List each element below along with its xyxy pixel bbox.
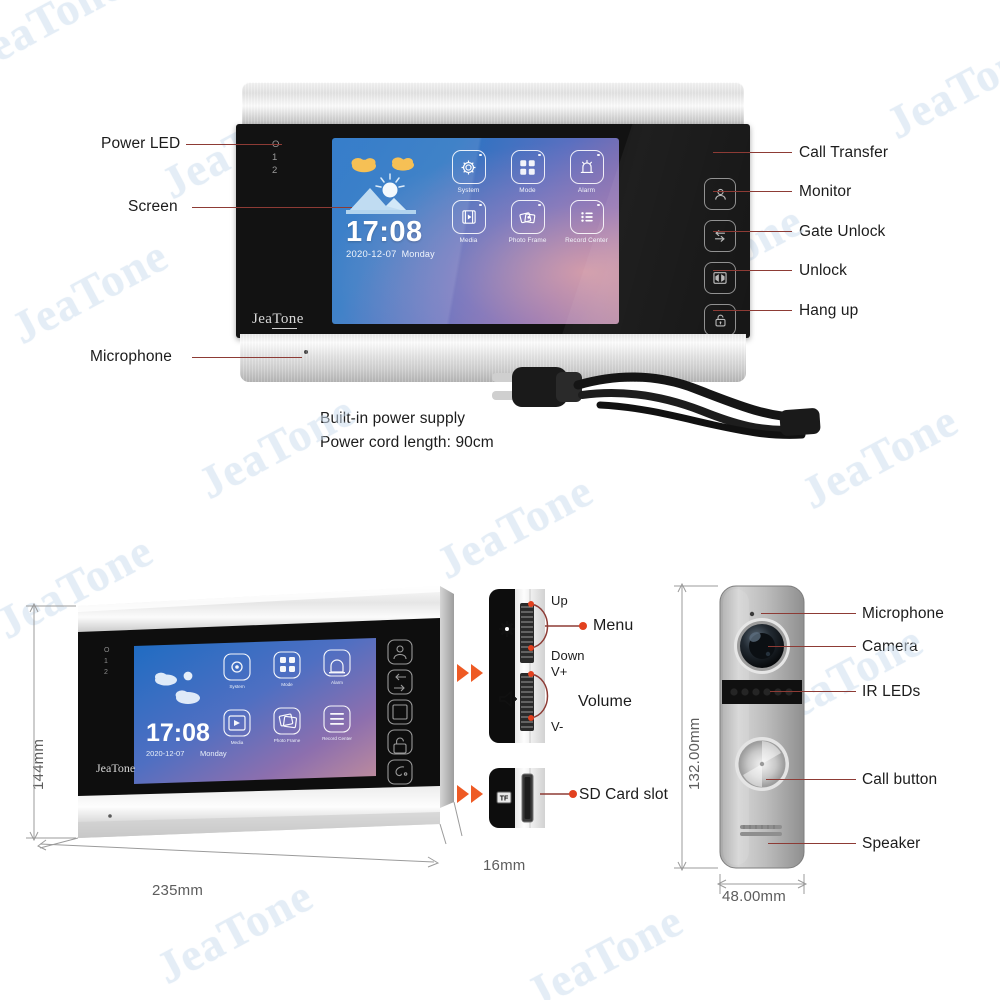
zoom-arrow-marker-icon [457, 785, 483, 803]
svg-text:Photo Frame: Photo Frame [274, 738, 301, 743]
microphone-hole [304, 350, 308, 354]
leader-line-unlock [713, 270, 792, 271]
leader-line-call-transfer [713, 152, 792, 153]
callout-label-panel-speaker: Speaker [862, 835, 921, 852]
svg-text:System: System [229, 684, 244, 689]
leader-line-panel-camera [768, 646, 856, 647]
sd-slot-leader [540, 790, 577, 798]
monitor-top-bezel [242, 82, 744, 128]
callout-label-microphone: Microphone [90, 348, 172, 365]
svg-text:JeaTone: JeaTone [96, 761, 135, 775]
callout-label-call-transfer: Call Transfer [799, 144, 889, 161]
leader-line-screen [192, 207, 352, 208]
dimension-panel-width: 48.00mm [722, 888, 786, 905]
leader-line-panel-ir-leds [770, 691, 856, 692]
callout-label-panel-ir-leds: IR LEDs [862, 683, 921, 700]
callout-label-gate-unlock: Gate Unlock [799, 223, 886, 240]
button-unlock[interactable] [704, 304, 736, 336]
leader-line-power-led [186, 144, 282, 145]
side-view-a-leaders [528, 601, 587, 721]
power-note-line1: Built-in power supply [320, 410, 466, 427]
svg-text:Record Center: Record Center [322, 736, 352, 741]
leader-line-panel-speaker [768, 843, 856, 844]
svg-text:2020-12-07: 2020-12-07 [146, 749, 184, 758]
watermark-text: JeaTone [0, 0, 131, 83]
callout-label-hang-up: Hang up [799, 302, 859, 319]
button-call-transfer[interactable] [704, 178, 736, 210]
watermark-text: JeaTone [2, 229, 176, 354]
svg-text:2: 2 [104, 669, 108, 676]
svg-text:17:08: 17:08 [146, 719, 210, 747]
callout-label-monitor: Monitor [799, 183, 852, 200]
power-note-line2: Power cord length: 90cm [320, 434, 494, 451]
indoor-monitor-dimension-view: O 1 2 17:08 2020-12-07 Monday System Mod… [26, 586, 463, 868]
dimension-depth-16mm: 16mm [483, 857, 526, 874]
outdoor-door-station [674, 582, 808, 894]
power-cord-illustration [492, 367, 821, 439]
watermark-text: JeaTone [877, 24, 1000, 149]
callout-label-unlock: Unlock [799, 262, 847, 279]
callout-label-panel-camera: Camera [862, 638, 918, 655]
callout-label-panel-microphone: Microphone [862, 605, 944, 622]
dimension-height-144mm: 144mm [30, 738, 47, 790]
dimension-width-235mm: 235mm [152, 882, 204, 899]
leader-line-gate-unlock [713, 231, 792, 232]
svg-text:TF: TF [500, 796, 509, 803]
leader-line-microphone [192, 357, 302, 358]
svg-text:Monday: Monday [200, 749, 227, 758]
monitor-black-face: O 1 2 JeaTone [236, 124, 750, 378]
callout-label-panel-call-button: Call button [862, 771, 938, 788]
watermark-text: JeaTone [517, 894, 691, 1000]
button-monitor[interactable] [704, 220, 736, 252]
brand-logo: JeaTone [252, 311, 304, 329]
callout-label-screen: Screen [128, 198, 178, 215]
leader-line-panel-call-button [766, 779, 856, 780]
svg-text:Mode: Mode [281, 682, 293, 687]
watermark-text: JeaTone [427, 464, 601, 589]
label-sd-card-slot: SD Card slot [579, 786, 669, 803]
zoom-arrow-marker-icon [457, 664, 483, 682]
svg-text:Media: Media [231, 740, 244, 745]
indoor-monitor-front-view: O 1 2 JeaTone [236, 82, 750, 388]
microphone-hole-icon [749, 611, 755, 617]
leader-line-panel-microphone [761, 613, 856, 614]
svg-text:Alarm: Alarm [331, 680, 343, 685]
power-led-mark-2: 2 [272, 165, 278, 176]
callout-label-power-led: Power LED [101, 135, 181, 152]
svg-text:O: O [104, 647, 110, 654]
dimension-panel-height: 132.00mm [686, 717, 703, 790]
button-gate-unlock[interactable] [704, 262, 736, 294]
svg-text:1: 1 [104, 658, 108, 665]
power-led-mark-1: 1 [272, 152, 278, 163]
monitor-screen[interactable]: 17:08 2020-12-07Monday System [332, 138, 619, 324]
leader-line-monitor [713, 191, 792, 192]
leader-line-hang-up [713, 310, 792, 311]
label-menu: Menu [593, 617, 634, 634]
screen-glare [332, 138, 619, 324]
